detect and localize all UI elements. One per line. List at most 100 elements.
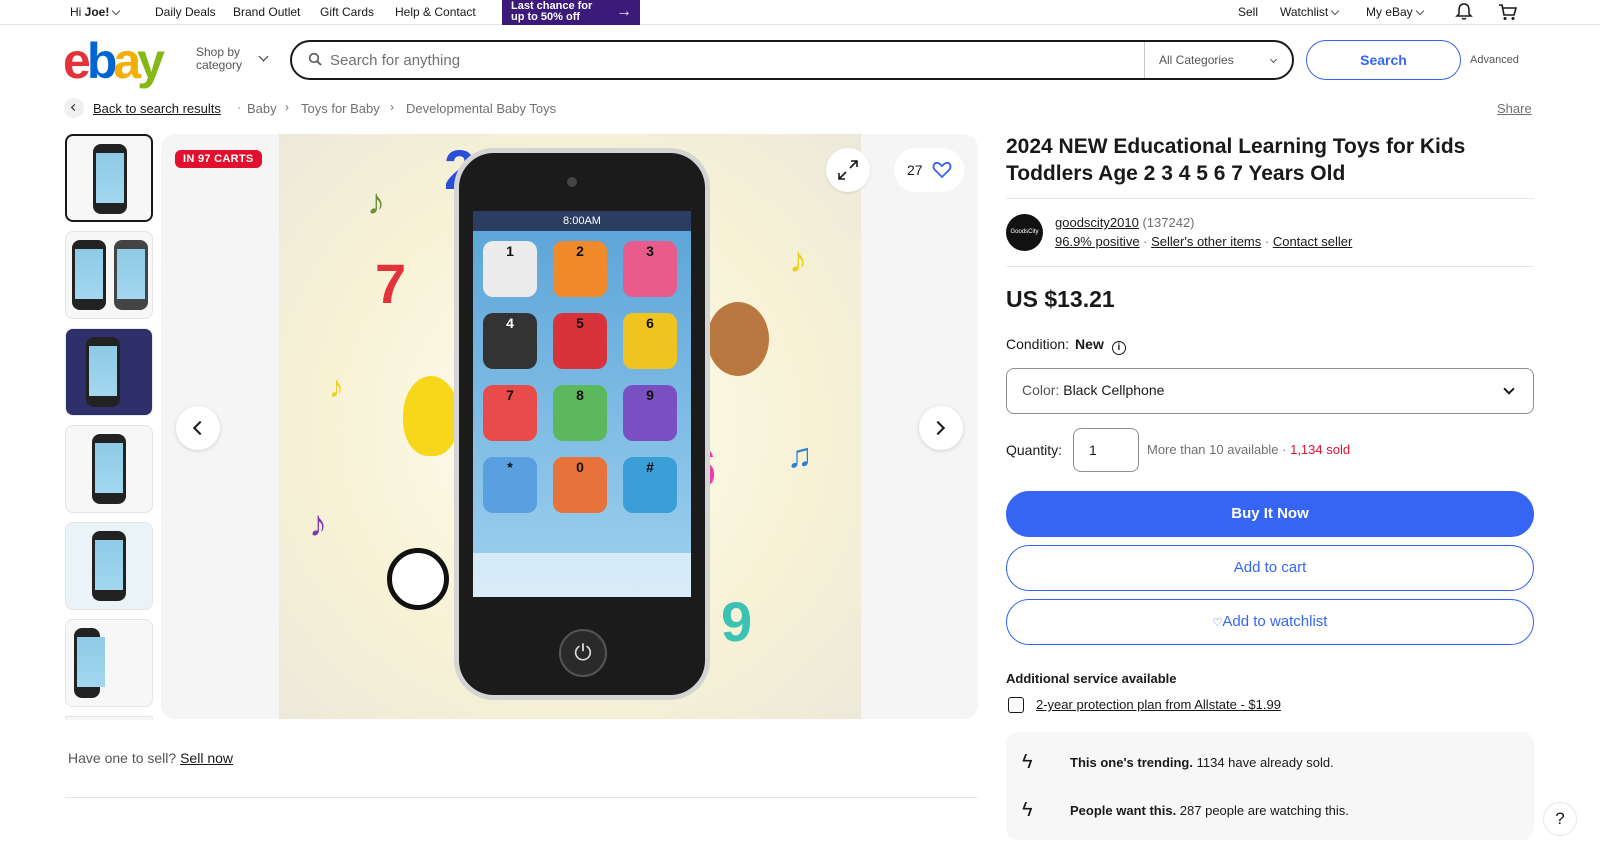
condition-label: Condition: bbox=[1006, 336, 1070, 352]
watchlist-menu[interactable]: Watchlist bbox=[1280, 5, 1340, 19]
shop-by-line-2: category bbox=[196, 58, 243, 72]
watchlist-label: Watchlist bbox=[1280, 5, 1329, 19]
user-name: Joe! bbox=[84, 5, 110, 19]
seller-name-link[interactable]: goodscity2010 bbox=[1055, 215, 1139, 230]
breadcrumb-baby[interactable]: Baby bbox=[247, 101, 277, 116]
search-input[interactable] bbox=[330, 48, 1110, 72]
main-product-image[interactable]: IN 97 CARTS 2 7 6 9 ♪ ♪ ♪ ♫ ♪ 8:00AM 1 2… bbox=[161, 134, 978, 719]
color-select[interactable]: Color: Black Cellphone bbox=[1006, 368, 1534, 414]
quantity-label: Quantity: bbox=[1006, 442, 1063, 458]
monkey-sticker bbox=[707, 302, 769, 376]
chevron-down-icon bbox=[1330, 6, 1340, 16]
thumbnail-2[interactable] bbox=[65, 231, 153, 319]
sell-prompt: Have one to sell? Sell now bbox=[68, 750, 233, 766]
help-button[interactable]: ? bbox=[1543, 802, 1577, 836]
brand-outlet-link[interactable]: Brand Outlet bbox=[233, 5, 300, 19]
chevron-left-icon bbox=[70, 103, 79, 112]
contact-seller-link[interactable]: Contact seller bbox=[1273, 234, 1352, 249]
breadcrumb-separator: · bbox=[237, 100, 241, 114]
advanced-search-link[interactable]: Advanced bbox=[1470, 54, 1519, 66]
thumbnail-3[interactable] bbox=[65, 328, 153, 416]
phone-thumbnail-image bbox=[114, 240, 148, 310]
thumbnail-5[interactable] bbox=[65, 522, 153, 610]
phone-key: 2 bbox=[553, 241, 607, 297]
search-icon bbox=[308, 52, 322, 66]
chevron-left-icon bbox=[192, 420, 208, 436]
buy-it-now-button[interactable]: Buy It Now bbox=[1006, 491, 1534, 537]
breadcrumb-toys-for-baby[interactable]: Toys for Baby bbox=[301, 101, 380, 116]
thumbnail-6[interactable] bbox=[65, 619, 153, 707]
share-link[interactable]: Share bbox=[1497, 101, 1532, 116]
protection-plan-link[interactable]: 2-year protection plan from Allstate - $… bbox=[1036, 697, 1281, 712]
music-note-icon: ♪ bbox=[789, 239, 807, 280]
search-button[interactable]: Search bbox=[1306, 40, 1461, 80]
trending-text: People want this. 287 people are watchin… bbox=[1070, 803, 1349, 818]
daily-deals-link[interactable]: Daily Deals bbox=[155, 5, 216, 19]
protection-plan-checkbox[interactable] bbox=[1008, 697, 1024, 713]
quantity-input[interactable]: 1 bbox=[1073, 428, 1139, 472]
phone-key: 0 bbox=[553, 457, 607, 513]
add-to-cart-button[interactable]: Add to cart bbox=[1006, 545, 1534, 591]
back-to-results-link[interactable]: Back to search results bbox=[93, 101, 221, 116]
expand-icon bbox=[838, 160, 858, 180]
alarm-clock-sticker bbox=[387, 548, 449, 610]
phone-status-bar: 8:00AM bbox=[473, 211, 691, 231]
phone-dock bbox=[473, 553, 691, 597]
category-value: All Categories bbox=[1159, 53, 1234, 67]
phone-thumbnail-image bbox=[92, 434, 126, 504]
heart-icon bbox=[932, 161, 952, 179]
my-ebay-menu[interactable]: My eBay bbox=[1366, 5, 1424, 19]
watch-count-button[interactable]: 27 bbox=[894, 148, 964, 192]
add-to-watchlist-label: Add to watchlist bbox=[1222, 613, 1328, 630]
music-note-icon: ♪ bbox=[329, 371, 344, 404]
trending-detail: 287 people are watching this. bbox=[1176, 803, 1349, 818]
price: US $13.21 bbox=[1006, 286, 1115, 312]
phone-camera bbox=[567, 177, 577, 187]
chevron-right-icon: › bbox=[285, 100, 289, 114]
product-title: 2024 NEW Educational Learning Toys for K… bbox=[1006, 135, 1466, 185]
next-image-button[interactable] bbox=[919, 406, 963, 450]
help-contact-link[interactable]: Help & Contact bbox=[395, 5, 476, 19]
sell-link[interactable]: Sell bbox=[1238, 5, 1258, 19]
phone-key: 9 bbox=[623, 385, 677, 441]
previous-image-button[interactable] bbox=[176, 406, 220, 450]
phone-key: * bbox=[483, 457, 537, 513]
color-value: Black Cellphone bbox=[1063, 382, 1165, 398]
seller-positive-link[interactable]: 96.9% positive bbox=[1055, 234, 1140, 249]
lightning-icon: ϟ bbox=[1022, 799, 1033, 821]
watch-count: 27 bbox=[907, 162, 923, 178]
trending-bold: People want this. bbox=[1070, 803, 1177, 818]
info-icon[interactable]: i bbox=[1111, 341, 1126, 355]
category-select[interactable]: All Categories bbox=[1144, 42, 1292, 78]
decorative-number: 9 bbox=[721, 590, 753, 653]
my-ebay-label: My eBay bbox=[1366, 5, 1413, 19]
chevron-down-icon bbox=[1503, 383, 1515, 395]
bell-icon[interactable] bbox=[1455, 2, 1473, 21]
seller-avatar[interactable]: GoodsCity bbox=[1006, 214, 1043, 251]
expand-image-button[interactable] bbox=[826, 148, 870, 192]
greeting[interactable]: Hi Joe! bbox=[70, 5, 121, 19]
thumbnail-7[interactable] bbox=[65, 716, 153, 720]
ebay-logo[interactable]: ebay bbox=[63, 36, 165, 86]
search-bar: All Categories bbox=[290, 40, 1294, 80]
shop-by-category-button[interactable]: Shop by category bbox=[196, 46, 269, 72]
breadcrumb-developmental-baby-toys[interactable]: Developmental Baby Toys bbox=[406, 101, 556, 116]
phone-key: 4 bbox=[483, 313, 537, 369]
chevron-down-icon bbox=[1415, 6, 1424, 16]
thumbnail-4[interactable] bbox=[65, 425, 153, 513]
lightning-icon: ϟ bbox=[1022, 751, 1033, 773]
seller-links: 96.9% positive · Seller's other items · … bbox=[1055, 234, 1353, 249]
sell-now-link[interactable]: Sell now bbox=[180, 750, 233, 766]
top-bar: Hi Joe! Daily Deals Brand Outlet Gift Ca… bbox=[0, 0, 1600, 25]
promo-banner[interactable]: Last chance for up to 50% off → bbox=[502, 0, 640, 25]
back-button[interactable] bbox=[64, 98, 84, 118]
gift-cards-link[interactable]: Gift Cards bbox=[320, 5, 374, 19]
seller-other-items-link[interactable]: Seller's other items bbox=[1151, 234, 1261, 249]
phone-screen: 8:00AM 1 2 3 4 5 6 7 8 9 * 0 # bbox=[473, 211, 691, 597]
additional-service-heading: Additional service available bbox=[1006, 671, 1177, 686]
add-to-watchlist-button[interactable]: ♡Add to watchlist bbox=[1006, 599, 1534, 645]
phone-thumbnail-image bbox=[86, 337, 120, 407]
sold-count: 1,134 sold bbox=[1290, 442, 1351, 457]
cart-icon[interactable] bbox=[1498, 3, 1518, 21]
thumbnail-1[interactable] bbox=[65, 134, 153, 222]
